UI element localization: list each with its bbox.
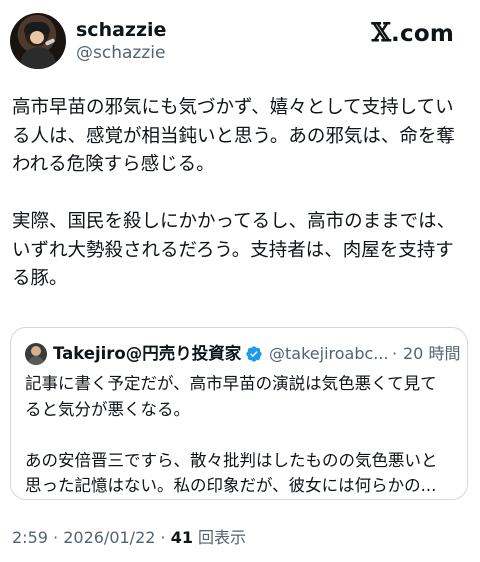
quoted-avatar-face: [31, 346, 41, 356]
dot-separator: ·: [392, 344, 398, 363]
quoted-author-name: Takejiro@円売り投資家: [53, 344, 242, 363]
views-count: 41: [170, 528, 193, 547]
quoted-avatar-body: [28, 356, 44, 365]
author-name[interactable]: schazzie: [76, 18, 166, 42]
author-avatar[interactable]: [10, 13, 66, 69]
avatar-body: [20, 47, 56, 69]
views-label: 回表示: [192, 528, 247, 547]
quoted-author-avatar: [25, 343, 47, 365]
post-paragraph: 実際、国民を殺しにかかってるし、高市のままでは、 いずれ大勢殺されるだろう。支持…: [12, 211, 456, 289]
x-brand-logo: 𝕏.com: [371, 19, 454, 48]
meta-separator: ·: [47, 528, 64, 547]
post-date[interactable]: 2026/01/22: [63, 528, 155, 547]
post-header: schazzie @schazzie 𝕏.com: [0, 0, 480, 80]
post-meta: 2:59 · 2026/01/22 · 41 回表示: [12, 527, 246, 549]
quoted-post-header: Takejiro@円売り投資家 @takejiroabc... · 20 時間: [25, 342, 460, 366]
meta-separator: ·: [155, 528, 171, 547]
post-body: 高市早苗の邪気にも気づかず、嬉々として支持してい る人は、感覚が相当鈍いと思う。…: [12, 94, 472, 294]
quoted-paragraph: あの安倍晋三ですら、散々批判はしたものの気色悪いと 思った記憶はない。私の印象だ…: [25, 450, 438, 496]
brand-suffix: .com: [391, 21, 454, 47]
quoted-paragraph: 記事に書く予定だが、高市早苗の演説は気色悪くて見て ると気分が悪くなる。: [25, 374, 437, 419]
quoted-post-card[interactable]: Takejiro@円売り投資家 @takejiroabc... · 20 時間 …: [10, 327, 468, 500]
quoted-author-handle: @takejiroabc...: [269, 344, 389, 363]
quoted-post-body: 記事に書く予定だが、高市早苗の演説は気色悪くて見て ると気分が悪くなる。 あの安…: [25, 371, 455, 499]
avatar-face: [30, 31, 44, 44]
verified-badge-icon: [246, 346, 262, 362]
avatar-microphone: [44, 38, 56, 46]
author-handle[interactable]: @schazzie: [76, 42, 165, 64]
post-paragraph: 高市早苗の邪気にも気づかず、嬉々として支持してい る人は、感覚が相当鈍いと思う。…: [12, 97, 455, 175]
x-logo-icon: 𝕏: [371, 18, 392, 47]
quoted-post-time: 20 時間: [403, 344, 461, 363]
post-time[interactable]: 2:59: [12, 528, 48, 547]
